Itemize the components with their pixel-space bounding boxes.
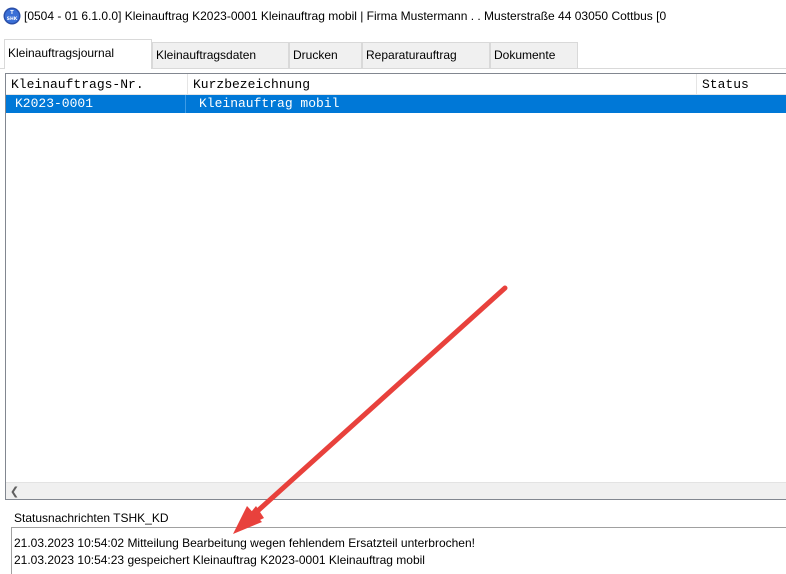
tab-drucken[interactable]: Drucken bbox=[289, 42, 362, 68]
tab-kleinauftragsdaten[interactable]: Kleinauftragsdaten bbox=[152, 42, 289, 68]
table-row[interactable]: K2023-0001 Kleinauftrag mobil bbox=[6, 95, 786, 113]
window-titlebar: T SHK [0504 - 01 6.1.0.0] Kleinauftrag K… bbox=[0, 0, 786, 32]
tab-kleinauftragsjournal[interactable]: Kleinauftragsjournal bbox=[4, 39, 152, 69]
status-message: 21.03.2023 10:54:23 gespeichert Kleinauf… bbox=[14, 553, 425, 567]
cell-status bbox=[697, 95, 786, 113]
tab-bar: Kleinauftragsjournal Kleinauftragsdaten … bbox=[0, 36, 786, 69]
column-header-status[interactable]: Status bbox=[697, 74, 786, 95]
status-message: 21.03.2023 10:54:02 Mitteilung Bearbeitu… bbox=[14, 536, 475, 550]
cell-kurzbezeichnung: Kleinauftrag mobil bbox=[199, 96, 340, 111]
list-header: Kleinauftrags-Nr. Kurzbezeichnung Status bbox=[6, 74, 786, 95]
status-messages-box[interactable]: 21.03.2023 10:54:02 Mitteilung Bearbeitu… bbox=[11, 527, 786, 574]
scroll-left-arrow-icon[interactable]: ❮ bbox=[6, 483, 23, 499]
column-header-kurzbezeichnung[interactable]: Kurzbezeichnung bbox=[188, 74, 697, 95]
horizontal-scrollbar[interactable]: ❮ bbox=[6, 482, 786, 499]
tab-dokumente[interactable]: Dokumente bbox=[490, 42, 578, 68]
kleinauftrag-journal-list[interactable]: Kleinauftrags-Nr. Kurzbezeichnung Status… bbox=[5, 73, 786, 500]
cell-nr: K2023-0001 bbox=[6, 95, 186, 113]
svg-text:T: T bbox=[10, 10, 14, 16]
tab-reparaturauftrag[interactable]: Reparaturauftrag bbox=[362, 42, 490, 68]
window-title: [0504 - 01 6.1.0.0] Kleinauftrag K2023-0… bbox=[24, 9, 667, 23]
tshk-app-icon: T SHK bbox=[3, 7, 21, 25]
column-header-nr[interactable]: Kleinauftrags-Nr. bbox=[6, 74, 188, 95]
status-messages-label: Statusnachrichten TSHK_KD bbox=[14, 511, 169, 525]
svg-text:SHK: SHK bbox=[7, 16, 18, 22]
